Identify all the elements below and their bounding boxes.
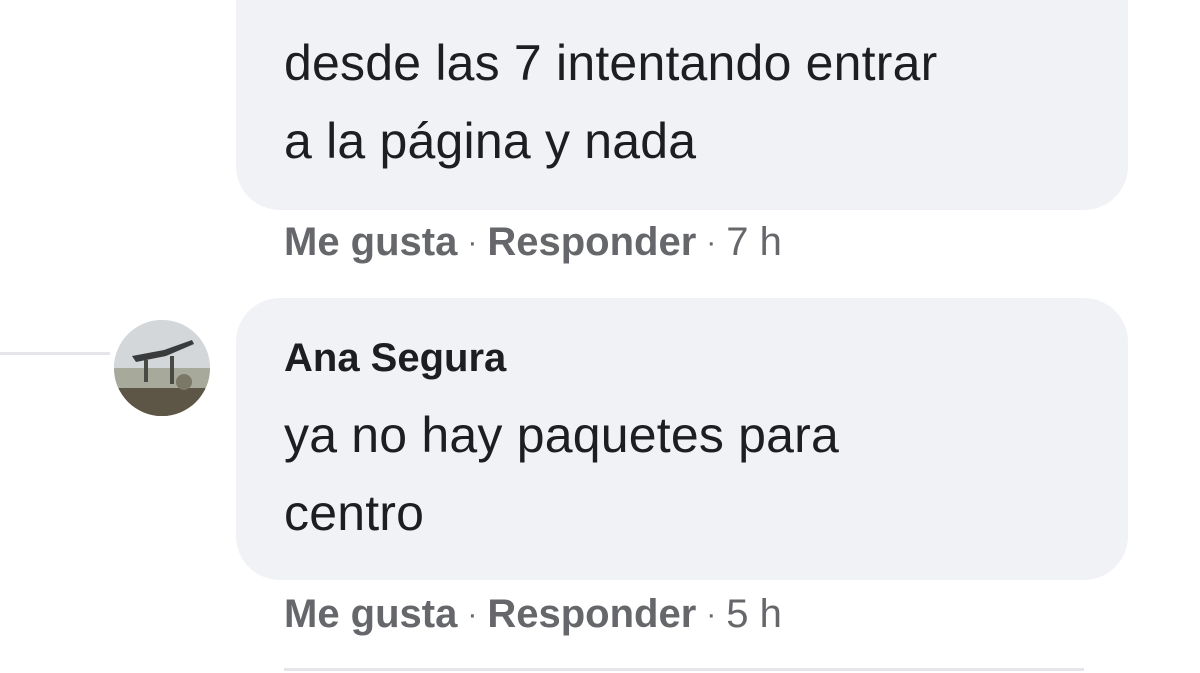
thread-connector-line: [0, 352, 110, 355]
comment-timestamp[interactable]: 5 h: [726, 592, 782, 637]
separator-dot: ·: [467, 597, 478, 631]
reply-button[interactable]: Responder: [487, 592, 696, 637]
separator-dot: ·: [467, 225, 478, 259]
reply-button[interactable]: Responder: [487, 220, 696, 265]
comment-actions: Me gusta · Responder · 7 h: [284, 220, 782, 265]
divider: [284, 668, 1084, 671]
comment-bubble: Ana Segura ya no hay paquetes para centr…: [236, 298, 1128, 580]
comment-text-line: ya no hay paquetes para: [284, 407, 840, 463]
comment-text-line: desde las 7 intentando entrar: [284, 35, 938, 91]
comment-bubble: desde las 7 intentando entrar a la págin…: [236, 0, 1128, 210]
comment-text-line: centro: [284, 485, 425, 541]
comment-timestamp[interactable]: 7 h: [726, 220, 782, 265]
separator-dot: ·: [706, 597, 717, 631]
avatar-photo-icon: [114, 320, 210, 416]
avatar[interactable]: [114, 320, 210, 416]
separator-dot: ·: [706, 225, 717, 259]
like-button[interactable]: Me gusta: [284, 592, 457, 637]
like-button[interactable]: Me gusta: [284, 220, 457, 265]
comment-text-line: a la página y nada: [284, 113, 697, 169]
comment-actions: Me gusta · Responder · 5 h: [284, 592, 782, 637]
comment-author-name[interactable]: Ana Segura: [284, 336, 506, 381]
